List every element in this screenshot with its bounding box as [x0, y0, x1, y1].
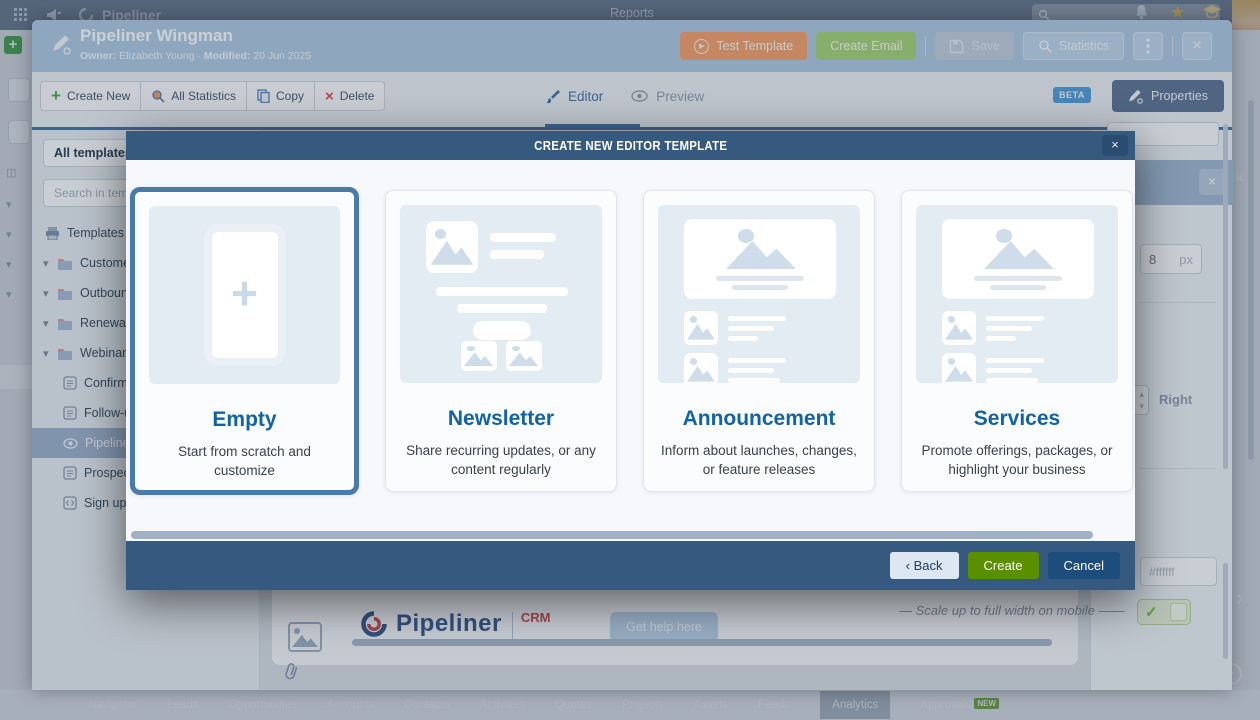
card-title: Announcement	[644, 407, 874, 431]
image-placeholder-icon	[684, 311, 718, 345]
card-description: Inform about launches, changes, or featu…	[658, 441, 860, 479]
card-description: Promote offerings, packages, or highligh…	[916, 441, 1118, 479]
card-title: Newsletter	[386, 407, 616, 431]
card-description: Share recurring updates, or any content …	[400, 441, 602, 479]
empty-thumbnail: +	[149, 206, 340, 384]
template-card-services[interactable]: Services Promote offerings, packages, or…	[901, 190, 1133, 492]
image-placeholder-icon	[506, 341, 542, 371]
modal-horizontal-scrollbar[interactable]	[131, 531, 1093, 539]
card-description: Start from scratch and customize	[149, 442, 340, 480]
modal-body: + Empty Start from scratch and customize	[126, 160, 1135, 541]
image-placeholder-icon	[426, 221, 478, 273]
template-card-empty[interactable]: + Empty Start from scratch and customize	[130, 187, 359, 495]
image-placeholder-icon	[942, 353, 976, 383]
blank-document-icon: +	[212, 232, 278, 358]
modal-title: CREATE NEW EDITOR TEMPLATE	[534, 138, 727, 153]
image-placeholder-icon	[684, 353, 718, 383]
image-placeholder-icon	[684, 219, 836, 299]
create-template-modal: CREATE NEW EDITOR TEMPLATE × + Empty Sta…	[126, 131, 1135, 590]
button-placeholder	[473, 321, 531, 340]
image-placeholder-icon	[942, 219, 1094, 299]
template-cards: + Empty Start from scratch and customize	[130, 190, 1133, 495]
create-button[interactable]: Create	[968, 552, 1039, 579]
card-title: Empty	[135, 408, 354, 432]
services-thumbnail	[916, 205, 1118, 383]
card-title: Services	[902, 407, 1132, 431]
image-placeholder-icon	[942, 311, 976, 345]
newsletter-thumbnail	[400, 205, 602, 383]
back-button[interactable]: ‹ Back	[890, 552, 959, 579]
modal-header: CREATE NEW EDITOR TEMPLATE ×	[126, 131, 1135, 160]
screen: Pipeliner Reports ★ Navigator Leads Oppo…	[0, 0, 1260, 720]
template-card-announcement[interactable]: Announcement Inform about launches, chan…	[643, 190, 875, 492]
image-placeholder-icon	[461, 341, 497, 371]
announcement-thumbnail	[658, 205, 860, 383]
cancel-button[interactable]: Cancel	[1048, 552, 1120, 579]
modal-footer: ‹ Back Create Cancel	[126, 541, 1135, 590]
template-card-newsletter[interactable]: Newsletter Share recurring updates, or a…	[385, 190, 617, 492]
modal-close-icon[interactable]: ×	[1102, 135, 1128, 156]
